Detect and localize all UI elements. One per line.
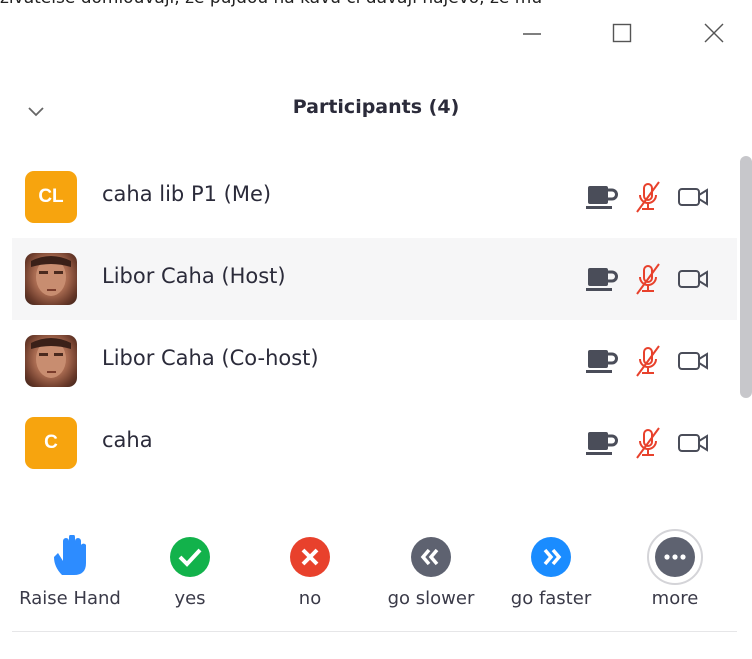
divider — [12, 631, 737, 632]
panel-title: Participants (4) — [292, 96, 460, 118]
participants-header: Participants (4) — [0, 90, 752, 130]
coffee-icon — [584, 180, 620, 214]
scrollbar-thumb[interactable] — [740, 156, 752, 398]
participant-row[interactable]: CL caha lib P1 (Me) — [12, 156, 737, 238]
video-camera-icon[interactable] — [676, 180, 712, 214]
minimize-button[interactable] — [512, 18, 552, 48]
video-camera-icon[interactable] — [676, 344, 712, 378]
participant-name: Libor Caha (Co-host) — [102, 346, 319, 370]
participant-row[interactable]: C caha — [12, 402, 737, 484]
profile-photo — [31, 256, 71, 296]
reaction-label: no — [298, 588, 322, 609]
check-icon — [170, 537, 210, 577]
participant-list-scrollbar[interactable] — [738, 156, 752, 481]
raise-hand-icon — [54, 535, 86, 575]
reaction-label: yes — [174, 588, 206, 609]
muted-microphone-icon[interactable] — [630, 180, 666, 214]
muted-microphone-icon[interactable] — [630, 344, 666, 378]
coffee-icon — [584, 262, 620, 296]
muted-microphone-icon[interactable] — [630, 262, 666, 296]
close-icon — [704, 23, 724, 43]
maximize-button[interactable] — [602, 18, 642, 48]
reaction-label: go slower — [387, 588, 475, 609]
participant-row[interactable]: Libor Caha (Host) — [12, 238, 737, 320]
cut-off-document-text: zivatelsé domlouvají, že pujdou na kávu … — [0, 0, 752, 14]
avatar — [25, 253, 77, 305]
x-icon — [290, 537, 330, 577]
coffee-icon — [584, 344, 620, 378]
minimize-icon — [523, 33, 541, 35]
more-button[interactable]: more — [615, 528, 735, 609]
participant-name: Libor Caha (Host) — [102, 264, 286, 288]
more-icon — [647, 529, 703, 585]
muted-microphone-icon[interactable] — [630, 426, 666, 460]
participant-name: caha — [102, 428, 153, 452]
reaction-label: more — [651, 588, 699, 609]
profile-photo — [31, 338, 71, 378]
yes-button[interactable]: yes — [130, 528, 250, 609]
reactions-bar: Raise Hand yes no go slower go faster mo… — [0, 528, 752, 623]
maximize-icon — [612, 23, 632, 43]
avatar: C — [25, 417, 77, 469]
fast-forward-icon — [531, 537, 571, 577]
participant-row[interactable]: Libor Caha (Co-host) — [12, 320, 737, 402]
participant-name: caha lib P1 (Me) — [102, 182, 272, 206]
rewind-icon — [411, 537, 451, 577]
no-button[interactable]: no — [250, 528, 370, 609]
go-slower-button[interactable]: go slower — [371, 528, 491, 609]
coffee-icon — [584, 426, 620, 460]
video-camera-icon[interactable] — [676, 426, 712, 460]
go-faster-button[interactable]: go faster — [491, 528, 611, 609]
participant-list: CL caha lib P1 (Me) Libor Caha (Host) Li… — [12, 156, 737, 484]
reaction-label: go faster — [510, 588, 592, 609]
avatar — [25, 335, 77, 387]
reaction-label: Raise Hand — [19, 588, 121, 609]
raise-hand-button[interactable]: Raise Hand — [10, 528, 130, 609]
avatar: CL — [25, 171, 77, 223]
video-camera-icon[interactable] — [676, 262, 712, 296]
close-button[interactable] — [694, 18, 734, 48]
